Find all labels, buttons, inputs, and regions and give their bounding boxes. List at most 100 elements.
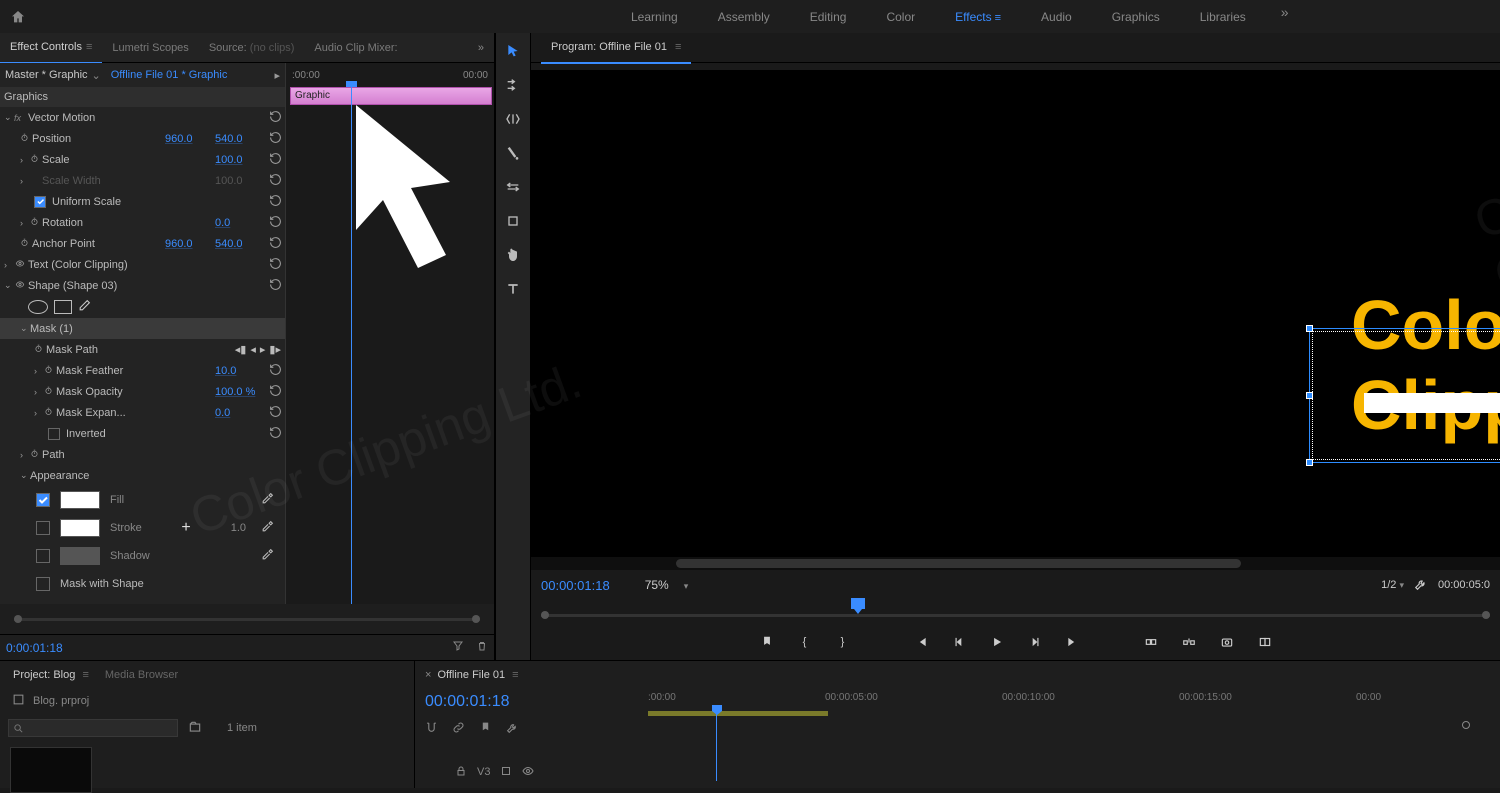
rotation-value[interactable]: 0.0 [215, 217, 265, 229]
program-timecode[interactable]: 00:00:01:18 [541, 578, 610, 593]
mask-with-shape-checkbox[interactable] [36, 577, 50, 591]
shadow-row[interactable]: Shadow [0, 542, 285, 570]
anchor-x-value[interactable]: 960.0 [165, 238, 215, 250]
reset-icon[interactable] [265, 257, 285, 273]
program-scrubber[interactable] [531, 600, 1500, 624]
source-tabs-overflow-icon[interactable]: » [478, 42, 484, 54]
fill-color-swatch[interactable] [60, 491, 100, 509]
ripple-edit-tool-icon[interactable] [503, 109, 523, 129]
toggle-track-output-icon[interactable] [522, 765, 534, 780]
chevron-down-icon[interactable]: ⌄ [92, 69, 101, 82]
ec-clip-bar[interactable]: Graphic [290, 87, 492, 105]
eye-icon[interactable] [14, 259, 28, 271]
stopwatch-icon[interactable] [44, 386, 56, 398]
add-marker-icon[interactable] [758, 633, 776, 651]
lift-icon[interactable] [1142, 633, 1160, 651]
track-back-icon[interactable]: ◂ [250, 343, 256, 356]
mark-in-icon[interactable]: { [796, 633, 814, 651]
mask-with-shape-row[interactable]: Mask with Shape [0, 570, 285, 598]
mark-out-icon[interactable]: } [834, 633, 852, 651]
go-to-in-icon[interactable] [912, 633, 930, 651]
ec-timecode[interactable]: 0:00:01:18 [6, 638, 63, 658]
reset-icon[interactable] [265, 236, 285, 252]
snap-icon[interactable] [425, 721, 438, 737]
ec-zoom-slider[interactable] [14, 618, 480, 621]
timeline-zoom-control[interactable] [1462, 721, 1470, 729]
reset-icon[interactable] [265, 405, 285, 421]
type-tool-icon[interactable] [503, 279, 523, 299]
tab-program[interactable]: Program: Offline File 01≡ [541, 32, 691, 64]
position-y-value[interactable]: 540.0 [215, 133, 265, 145]
ws-editing[interactable]: Editing [790, 4, 867, 30]
tab-media-browser[interactable]: Media Browser [97, 669, 186, 681]
ws-learning[interactable]: Learning [611, 4, 698, 30]
rotation-property[interactable]: › Rotation 0.0 [0, 212, 285, 233]
hand-tool-icon[interactable] [503, 245, 523, 265]
stroke-color-swatch[interactable] [60, 519, 100, 537]
tab-project[interactable]: Project: Blog ≡ [5, 669, 97, 681]
stopwatch-icon[interactable] [20, 238, 32, 250]
pen-tool-icon[interactable] [503, 211, 523, 231]
reset-icon[interactable] [265, 194, 285, 210]
effect-controls-timeline[interactable]: :00:00 00:00 Graphic [285, 63, 494, 604]
play-icon[interactable]: ▸ [274, 69, 280, 82]
track-v3-header[interactable]: V3 [425, 761, 620, 783]
ws-assembly[interactable]: Assembly [698, 4, 790, 30]
stopwatch-icon[interactable] [44, 365, 56, 377]
extract-icon[interactable] [1180, 633, 1198, 651]
path-row[interactable]: › Path [0, 444, 285, 465]
ws-audio[interactable]: Audio [1021, 4, 1092, 30]
pen-mask-button[interactable] [78, 299, 91, 315]
handle-ml[interactable] [1306, 392, 1313, 399]
ws-graphics[interactable]: Graphics [1092, 4, 1180, 30]
mask-inverted-row[interactable]: Inverted [0, 423, 285, 444]
mask-path-row[interactable]: Mask Path ◂▮ ◂ ▸ ▮▸ [0, 339, 285, 360]
home-icon[interactable] [10, 9, 26, 25]
reset-icon[interactable] [265, 110, 285, 126]
filter-icon[interactable] [452, 640, 464, 655]
toggle-sync-lock-icon[interactable] [500, 765, 512, 780]
shadow-color-swatch[interactable] [60, 547, 100, 565]
scale-value[interactable]: 100.0 [215, 154, 265, 166]
project-thumbnail[interactable] [10, 747, 92, 793]
timeline-ruler[interactable]: :00:00 00:00:05:00 00:00:10:00 00:00:15:… [630, 689, 1500, 709]
handle-bl[interactable] [1306, 459, 1313, 466]
project-search-input[interactable] [8, 719, 178, 737]
reset-icon[interactable] [265, 131, 285, 147]
handle-tl[interactable] [1306, 325, 1313, 332]
mask-feather-value[interactable]: 10.0 [215, 365, 265, 377]
play-icon[interactable] [988, 633, 1006, 651]
anchor-property[interactable]: Anchor Point 960.0 540.0 [0, 233, 285, 254]
stopwatch-icon[interactable] [30, 154, 42, 166]
eye-icon[interactable] [14, 280, 28, 292]
stroke-checkbox[interactable] [36, 521, 50, 535]
razor-tool-icon[interactable] [503, 143, 523, 163]
ec-timeline-ruler[interactable]: :00:00 00:00 [286, 63, 494, 87]
tl-settings-icon[interactable] [506, 721, 519, 737]
resolution-dropdown[interactable]: 1/2 ▾ [1381, 579, 1404, 591]
step-fwd-icon[interactable] [1026, 633, 1044, 651]
ellipse-mask-button[interactable] [28, 300, 48, 314]
track-select-tool-icon[interactable] [503, 75, 523, 95]
mask-opacity-value[interactable]: 100.0 % [215, 386, 265, 398]
reset-icon[interactable] [265, 363, 285, 379]
mask-item[interactable]: ⌄ Mask (1) [0, 318, 285, 339]
reset-icon[interactable] [265, 215, 285, 231]
add-marker-icon[interactable] [479, 721, 492, 737]
program-viewport[interactable]: Color Clipping Ltd. Color Clipping [531, 70, 1500, 557]
scale-property[interactable]: › Scale 100.0 [0, 149, 285, 170]
reset-icon[interactable] [265, 152, 285, 168]
uniform-scale-row[interactable]: Uniform Scale [0, 191, 285, 212]
uniform-scale-checkbox[interactable] [34, 196, 46, 208]
position-property[interactable]: Position 960.0 540.0 [0, 128, 285, 149]
program-hscroll[interactable] [531, 557, 1500, 570]
stopwatch-icon[interactable] [20, 133, 32, 145]
mask-expansion-value[interactable]: 0.0 [215, 407, 265, 419]
work-area-bar[interactable] [648, 711, 828, 716]
reset-icon[interactable] [265, 173, 285, 189]
reset-icon[interactable] [265, 384, 285, 400]
ws-color[interactable]: Color [866, 4, 935, 30]
reset-icon[interactable] [265, 426, 285, 442]
delete-icon[interactable] [476, 640, 488, 655]
position-x-value[interactable]: 960.0 [165, 133, 215, 145]
